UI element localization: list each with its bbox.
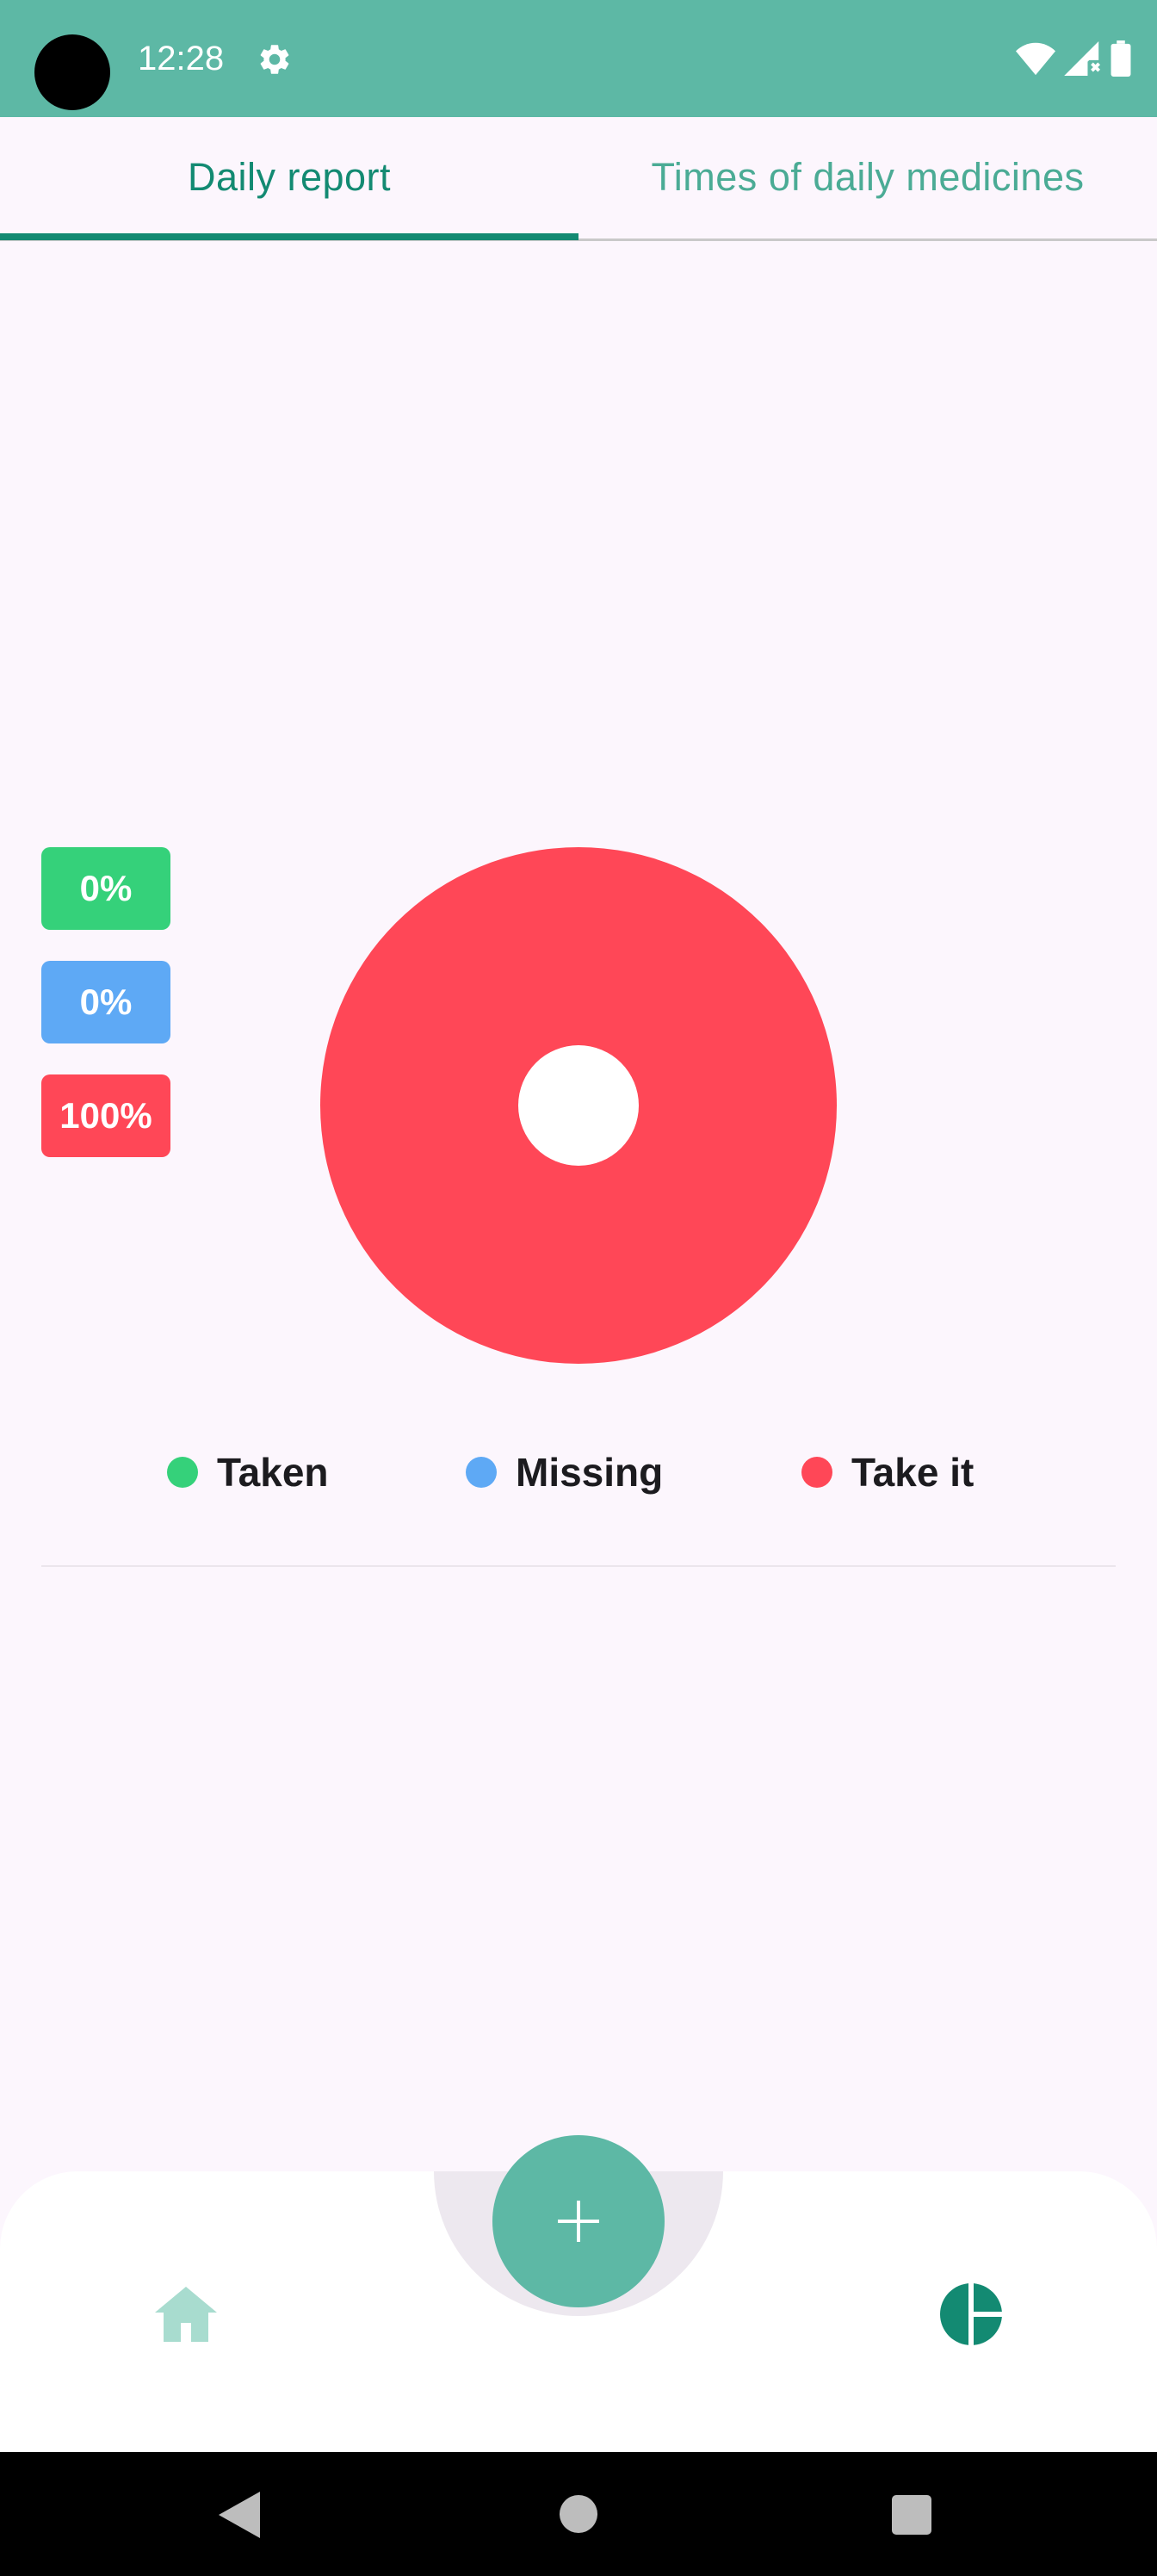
pie-chart-icon[interactable] bbox=[940, 2283, 1002, 2345]
tab-bar: Daily report Times of daily medicines bbox=[0, 117, 1157, 241]
home-icon[interactable] bbox=[155, 2287, 217, 2342]
taken-percent-badge: 0% bbox=[41, 847, 170, 930]
camera-cutout bbox=[34, 34, 110, 110]
legend-label-missing: Missing bbox=[516, 1450, 664, 1495]
legend-item-take-it: Take it bbox=[801, 1438, 974, 1507]
legend-label-take-it: Take it bbox=[851, 1450, 974, 1495]
signal-icon bbox=[1064, 41, 1100, 76]
legend-label-taken: Taken bbox=[217, 1450, 329, 1495]
home-button-icon[interactable] bbox=[560, 2495, 597, 2533]
wifi-icon bbox=[1016, 42, 1055, 76]
status-bar: 12:28 bbox=[0, 0, 1157, 117]
plus-icon bbox=[558, 2201, 599, 2242]
legend-item-missing: Missing bbox=[466, 1438, 663, 1507]
missing-dot-icon bbox=[466, 1457, 497, 1488]
back-icon[interactable] bbox=[219, 2492, 260, 2538]
take-it-dot-icon bbox=[801, 1457, 832, 1488]
chart-legend: Taken Missing Take it bbox=[0, 1438, 1157, 1507]
taken-dot-icon bbox=[167, 1457, 198, 1488]
recents-icon[interactable] bbox=[892, 2495, 931, 2535]
legend-item-taken: Taken bbox=[167, 1438, 329, 1507]
add-medicine-button[interactable] bbox=[492, 2135, 665, 2307]
divider bbox=[41, 1565, 1116, 1567]
tab-times-of-daily-medicines[interactable]: Times of daily medicines bbox=[578, 117, 1157, 238]
status-time: 12:28 bbox=[138, 40, 225, 77]
tab-daily-report[interactable]: Daily report bbox=[0, 117, 578, 240]
settings-icon bbox=[260, 45, 289, 74]
daily-report-donut-chart bbox=[320, 847, 837, 1364]
battery-icon bbox=[1111, 40, 1131, 77]
status-icons bbox=[1016, 38, 1131, 79]
take-it-percent-badge: 100% bbox=[41, 1074, 170, 1157]
donut-hole bbox=[518, 1045, 639, 1166]
missing-percent-badge: 0% bbox=[41, 961, 170, 1043]
